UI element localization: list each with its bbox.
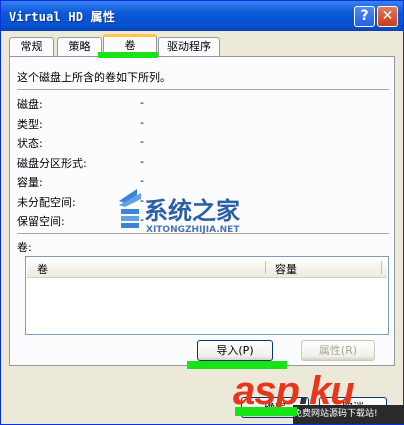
panel-description: 这个磁盘上所含的卷如下所列。 (17, 71, 171, 84)
field-label-status: 状态: (17, 137, 43, 150)
field-value-capacity: - (140, 174, 144, 187)
properties-dialog: Virtual HD 属性 ? ✕ 常规 策略 卷 驱动程序 这个磁盘上所含的卷… (0, 0, 404, 425)
field-label-partition-style: 磁盘分区形式: (17, 157, 87, 170)
list-header: 卷 容量 (27, 258, 387, 278)
highlight-mark-tab (98, 52, 158, 58)
field-value-disk: - (140, 96, 144, 109)
highlight-mark-import (187, 361, 287, 369)
column-header-capacity[interactable]: 容量 (275, 261, 297, 277)
column-divider[interactable] (381, 261, 382, 274)
properties-button[interactable]: 属性(R) (301, 340, 375, 361)
help-button[interactable]: ? (354, 6, 375, 27)
tab-general[interactable]: 常规 (9, 37, 54, 57)
field-value-status: - (140, 135, 144, 148)
tab-policy[interactable]: 策略 (57, 37, 102, 57)
volumes-list[interactable]: 卷 容量 (25, 256, 389, 335)
title-bar[interactable]: Virtual HD 属性 ? ✕ (1, 1, 403, 31)
close-button[interactable]: ✕ (377, 6, 398, 27)
watermark-free-bar: 免费网站源码下载站! (293, 405, 404, 424)
column-header-volume[interactable]: 卷 (37, 261, 48, 277)
field-label-capacity: 容量: (17, 176, 43, 189)
highlight-mark-ok (235, 407, 297, 416)
column-divider[interactable] (265, 261, 266, 274)
divider (17, 89, 389, 90)
watermark-logo-text: 系统之家 (144, 196, 240, 225)
field-label-unallocated: 未分配空间: (17, 196, 76, 209)
watermark-logo-subtext: XITONGZHIJIA.NET (146, 225, 240, 235)
window-title: Virtual HD 属性 (9, 10, 116, 24)
field-value-type: - (140, 116, 144, 129)
field-label-type: 类型: (17, 118, 43, 131)
field-label-reserved: 保留空间: (17, 215, 65, 228)
volumes-label: 卷: (17, 241, 32, 254)
tab-driver[interactable]: 驱动程序 (158, 37, 220, 57)
field-label-disk: 磁盘: (17, 98, 43, 111)
import-button[interactable]: 导入(P) (197, 340, 273, 361)
field-value-partition-style: - (140, 155, 144, 168)
